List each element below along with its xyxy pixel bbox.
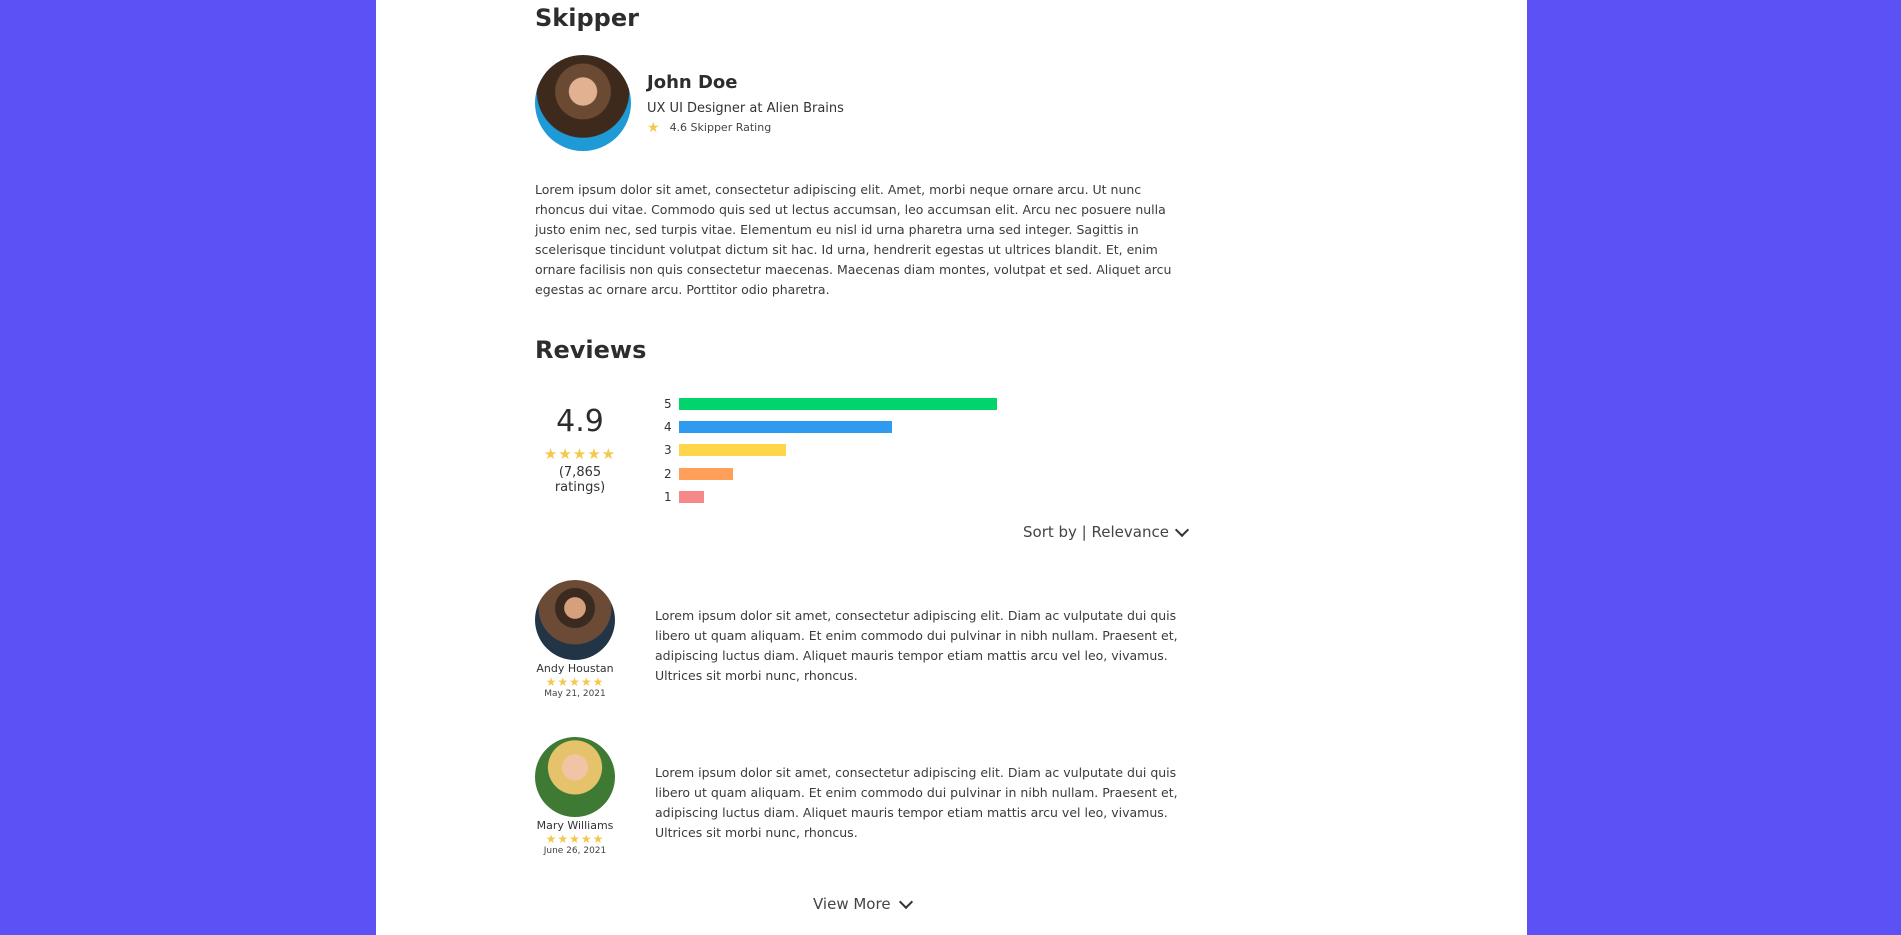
reviewer: Mary Williams ★★★★★ June 26, 2021 (535, 737, 615, 856)
ratings-count: (7,865 ratings) (554, 465, 606, 495)
star-icon: ★ (647, 119, 660, 136)
sort-label: Sort by | Relevance (1023, 523, 1169, 541)
reviewer: Andy Houstan ★★★★★ May 21, 2021 (535, 580, 615, 699)
rating-bar-row: 2 (664, 462, 1004, 485)
rating-bar-fill (679, 467, 733, 480)
view-more-label: View More (813, 895, 891, 913)
profile-info: John Doe UX UI Designer at Alien Brains … (647, 72, 844, 135)
review-date: June 26, 2021 (543, 846, 607, 856)
avatar (535, 737, 615, 817)
rating-bar-fill (679, 420, 892, 433)
rating-distribution: 5 4 3 2 1 (664, 392, 1004, 508)
skipper-rating: ★ 4.6 Skipper Rating (647, 121, 844, 135)
view-more-button[interactable]: View More (813, 894, 913, 913)
skipper-bio: Lorem ipsum dolor sit amet, consectetur … (535, 182, 1172, 297)
review-date: May 21, 2021 (544, 689, 606, 699)
review-text: Lorem ipsum dolor sit amet, consectetur … (655, 608, 1178, 683)
reviews-heading: Reviews (535, 336, 647, 364)
rating-bar-row: 5 (664, 392, 1004, 415)
review-stars: ★★★★★ (545, 832, 605, 846)
rating-summary: 4.9 ★★★★★ (7,865 ratings) (535, 404, 625, 495)
reviewer-name: Mary Williams (536, 819, 614, 832)
rating-bar-row: 3 (664, 439, 1004, 462)
rating-bar-label: 2 (664, 466, 672, 481)
rating-bar-label: 5 (664, 396, 672, 411)
skipper-rating-text: 4.6 Skipper Rating (669, 121, 772, 134)
avatar (535, 55, 631, 151)
chevron-down-icon (898, 894, 913, 909)
skipper-profile: John Doe UX UI Designer at Alien Brains … (535, 55, 844, 151)
rating-bar-label: 1 (664, 489, 672, 504)
skipper-heading: Skipper (535, 4, 639, 32)
reviewer-name: Andy Houstan (536, 662, 614, 675)
rating-bar-row: 1 (664, 485, 1004, 508)
skipper-role: UX UI Designer at Alien Brains (647, 100, 844, 116)
avatar (535, 580, 615, 660)
sort-dropdown[interactable]: Sort by | Relevance (1023, 522, 1190, 541)
rating-bar-label: 3 (664, 443, 672, 458)
skipper-name: John Doe (647, 71, 738, 93)
average-rating: 4.9 (556, 404, 604, 439)
main-panel: Skipper John Doe UX UI Designer at Alien… (376, 0, 1527, 935)
rating-bar-fill (679, 444, 786, 457)
review-text: Lorem ipsum dolor sit amet, consectetur … (655, 765, 1178, 840)
review-stars: ★★★★★ (545, 675, 605, 689)
chevron-down-icon (1174, 522, 1190, 537)
rating-bar-fill (679, 490, 704, 503)
rating-bar-label: 4 (664, 419, 672, 434)
rating-bar-fill (679, 397, 997, 410)
average-stars: ★★★★★ (543, 445, 617, 463)
rating-bar-row: 4 (664, 415, 1004, 438)
